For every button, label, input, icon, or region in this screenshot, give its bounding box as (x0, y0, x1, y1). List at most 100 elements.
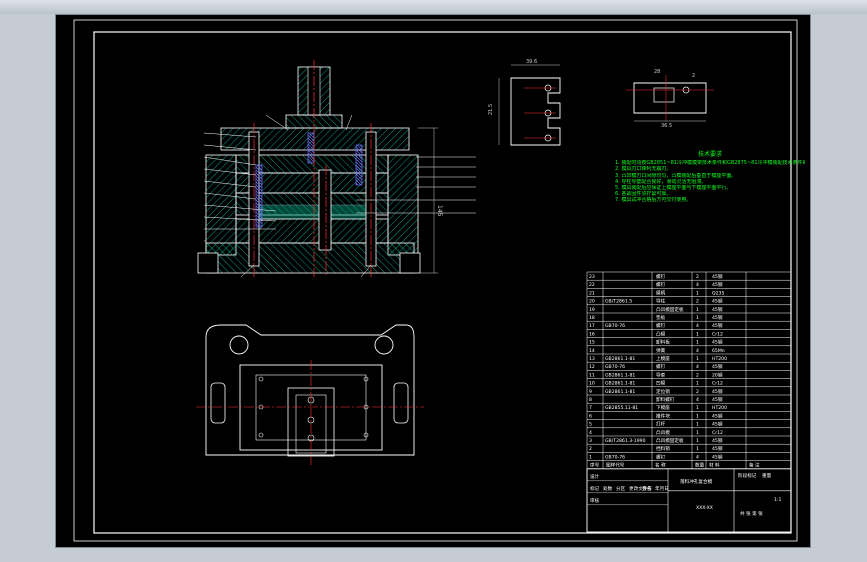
bom-cell-code: GB2861.1-81 (605, 381, 635, 387)
bom-cell-code: GB2861.1-81 (605, 372, 635, 378)
bom-cell-qty: 1 (696, 405, 699, 411)
bom-cell-material: 45钢 (712, 281, 723, 288)
title-block-weight: 重量 (762, 472, 772, 479)
part1-width-dim: 39.6 (526, 59, 537, 65)
bom-cell-no: 18 (589, 315, 595, 321)
bom-table: 23 螺钉 2 45钢22 螺钉 4 45钢21 模柄 1 Q23520 GB/T2861.5 导柱 2… (586, 271, 792, 533)
bom-cell-qty: 4 (696, 364, 699, 370)
bom-cell-name: 螺钉 (656, 273, 666, 280)
bom-cell-material: Q235 (712, 290, 724, 296)
bom-cell-no: 11 (589, 372, 595, 378)
bom-cell-qty: 4 (696, 454, 699, 460)
bom-cell-material: Cr12 (712, 430, 723, 436)
bom-cell-no: 6 (589, 413, 592, 419)
bom-cell-no: 23 (589, 274, 595, 280)
bom-cell-material: 45钢 (712, 445, 723, 452)
tech-title: 技术要求 (697, 151, 722, 158)
part-view-1: 39.6 21.5 (488, 59, 561, 146)
bom-cell-code: GB70-76 (605, 454, 625, 460)
bom-cell-qty: 4 (696, 282, 699, 288)
bom-cell-code: GB2855.11-81 (605, 405, 638, 411)
bom-cell-no: 15 (589, 340, 595, 346)
title-block-checker: 审核 (590, 497, 600, 504)
bom-cell-name: 螺钉 (656, 281, 666, 288)
title-block-drawing-no: XXX-XX (696, 505, 713, 511)
bom-cell-no: 16 (589, 331, 595, 337)
height-dimension: 145 (436, 205, 443, 217)
bom-cell-name: 卸料板 (656, 339, 670, 346)
bom-cell-material: 45钢 (712, 396, 723, 403)
bom-cell-no: 10 (589, 381, 595, 387)
bom-cell-no: 7 (589, 405, 592, 411)
bom-cell-name: 卸料螺钉 (656, 396, 675, 403)
bom-cell-name: 下模座 (656, 404, 670, 411)
bom-cell-qty: 2 (696, 372, 699, 378)
bom-cell-material: 45钢 (712, 322, 723, 329)
tech-line: 7. 模具试冲合格后方可交付使用。 (615, 197, 692, 204)
bom-cell-qty: 1 (696, 290, 699, 296)
title-block-label: 分区 (616, 485, 626, 492)
bom-cell-name: 模柄 (656, 289, 666, 296)
bom-cell-no: 8 (589, 397, 592, 403)
title-block-name: 落料冲孔复合模 (680, 478, 713, 485)
bom-cell-material: 45钢 (712, 339, 723, 346)
bom-cell-material: 45钢 (712, 363, 723, 370)
technical-requirements: 技术要求 1. 装配时须按GB2851~81冷冲模模架技术条件和GB2875~8… (615, 151, 805, 204)
bom-cell-no: 17 (589, 323, 595, 329)
bom-cell-code: GB/T2861.5 (605, 299, 632, 305)
plan-view (196, 324, 424, 465)
bom-cell-name: 导套 (656, 371, 666, 378)
bom-cell-name: 螺钉 (656, 322, 666, 329)
bom-cell-material: 45钢 (712, 298, 723, 305)
bom-cell-qty: 2 (696, 299, 699, 305)
bom-cell-material: 45钢 (712, 306, 723, 313)
drawing-border-outer (73, 19, 798, 542)
part1-height-dim: 21.5 (488, 104, 494, 115)
bom-cell-qty: 2 (696, 274, 699, 280)
bom-cell-no: 20 (589, 299, 595, 305)
bom-cell-qty: 4 (696, 397, 699, 403)
bom-cell-no: 1 (589, 454, 592, 460)
bom-cell-no: 22 (589, 282, 595, 288)
bom-cell-material: 45钢 (712, 314, 723, 321)
title-block-label: 签名 (642, 485, 651, 492)
bom-cell-name: 凸凹模 (656, 429, 670, 436)
bom-cell-no: 14 (589, 348, 595, 354)
bom-cell-no: 5 (589, 422, 592, 428)
bom-cell-qty: 1 (696, 422, 699, 428)
bom-cell-material: 45钢 (712, 412, 723, 419)
bom-cell-qty: 4 (696, 323, 699, 329)
bom-cell-name: 弹簧 (656, 347, 666, 354)
title-block-scale: 1:1 (774, 497, 781, 503)
bom-cell-name: 螺钉 (656, 453, 666, 460)
bom-cell-qty: 1 (696, 307, 699, 313)
drawing-canvas: 145 39.6 21.5 36.5 28 2 23 螺钉 2 45钢22 螺钉… (73, 19, 798, 542)
bom-cell-code: GB70-76 (605, 323, 625, 329)
bom-cell-name: 挡料销 (656, 445, 670, 452)
part2-top-dim: 28 (654, 69, 660, 75)
title-block-sheet: 共 张 第 张 (740, 510, 763, 517)
bom-cell-qty: 4 (696, 348, 699, 354)
bom-header-cell: 备 注 (749, 462, 760, 469)
bom-cell-name: 垫板 (656, 314, 666, 321)
bom-cell-code: GB70-76 (605, 364, 625, 370)
bom-cell-material: Cr12 (712, 381, 723, 387)
bom-cell-code: GB/T2861.3-1990 (605, 438, 646, 444)
title-bar (0, 0, 867, 14)
bom-cell-material: 65Mn (712, 348, 725, 354)
bom-cell-qty: 1 (696, 413, 699, 419)
bom-cell-name: 上模座 (656, 355, 670, 362)
bom-cell-qty: 1 (696, 340, 699, 346)
bom-cell-name: 凸凹模固定板 (656, 437, 684, 444)
bom-cell-name: 定位销 (656, 388, 670, 395)
bom-header-cell: 图样代号 (606, 462, 625, 469)
part-view-2: 36.5 28 2 (626, 69, 714, 129)
bom-cell-qty: 1 (696, 438, 699, 444)
bom-cell-name: 螺钉 (656, 363, 666, 370)
bom-cell-material: 20钢 (712, 371, 723, 378)
bom-cell-qty: 1 (696, 331, 699, 337)
drawing-border-inner (93, 31, 792, 534)
cad-viewport[interactable]: 145 39.6 21.5 36.5 28 2 23 螺钉 2 45钢 22 螺… (55, 14, 811, 548)
bom-cell-qty: 1 (696, 381, 699, 387)
bom-cell-no: 9 (589, 389, 592, 395)
